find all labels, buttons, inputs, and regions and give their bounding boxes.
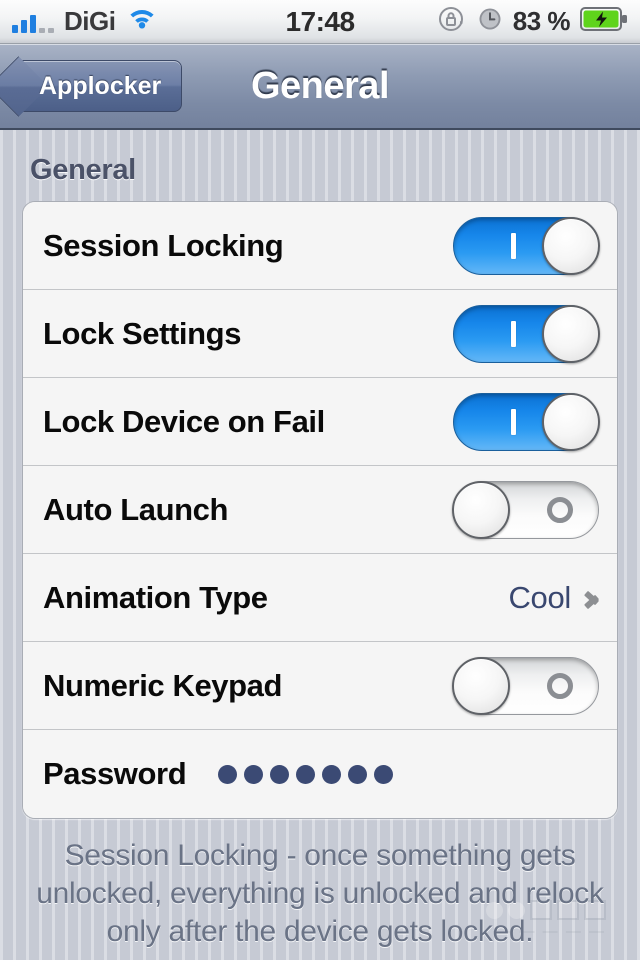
row-control	[453, 216, 600, 275]
password-masked-value[interactable]	[218, 764, 394, 784]
toggle-lock-settings[interactable]	[453, 304, 600, 363]
row-label-lock-settings: Lock Settings	[43, 315, 242, 351]
row-control: Cool	[508, 580, 599, 616]
password-dot	[218, 764, 238, 784]
signal-bars-icon	[12, 11, 54, 33]
password-dot	[348, 764, 368, 784]
status-bar-left: DiGi	[12, 6, 159, 37]
battery-charging-icon	[580, 6, 628, 37]
toggle-session-locking[interactable]	[453, 216, 600, 275]
toggle-knob[interactable]	[542, 216, 600, 275]
settings-content: General Session Locking Lock Settings Lo…	[0, 130, 640, 819]
password-dot	[270, 764, 290, 784]
row-label-lock-device-on-fail: Lock Device on Fail	[43, 403, 325, 439]
toggle-knob[interactable]	[452, 656, 510, 715]
back-button[interactable]: Applocker	[0, 56, 183, 117]
row-label-session-locking: Session Locking	[43, 227, 284, 263]
table-row[interactable]: Numeric Keypad	[23, 642, 617, 730]
table-row[interactable]: Session Locking	[23, 202, 617, 290]
row-control	[452, 480, 599, 539]
table-row[interactable]: Auto Launch	[23, 466, 617, 554]
navigation-bar: Applocker General	[0, 44, 640, 130]
rotation-lock-icon	[437, 4, 467, 39]
chevron-right-icon	[585, 586, 599, 610]
wifi-icon	[125, 6, 159, 37]
row-label-auto-launch: Auto Launch	[43, 491, 229, 527]
row-control	[453, 392, 600, 451]
settings-group: Session Locking Lock Settings Lock Devic…	[22, 201, 618, 819]
status-bar: DiGi 17:48 83 %	[0, 0, 640, 44]
toggle-auto-launch[interactable]	[452, 480, 599, 539]
row-label-animation-type: Animation Type	[43, 579, 268, 615]
table-row-password[interactable]: Password	[23, 730, 617, 818]
alarm-clock-icon	[477, 6, 503, 37]
status-bar-right: 83 %	[437, 4, 628, 39]
row-label-numeric-keypad: Numeric Keypad	[43, 667, 283, 703]
toggle-lock-device-on-fail[interactable]	[453, 392, 600, 451]
password-dot	[296, 764, 316, 784]
section-header: General	[30, 154, 136, 186]
toggle-knob[interactable]	[542, 392, 600, 451]
carrier-label: DiGi	[64, 6, 116, 36]
toggle-numeric-keypad[interactable]	[452, 656, 599, 715]
table-row-animation-type[interactable]: Animation Type Cool	[23, 554, 617, 642]
toggle-knob[interactable]	[452, 480, 510, 539]
row-control	[452, 656, 599, 715]
toggle-knob[interactable]	[542, 304, 600, 363]
row-value-animation-type: Cool	[508, 579, 571, 615]
table-row[interactable]: Lock Settings	[23, 290, 617, 378]
table-row[interactable]: Lock Device on Fail	[23, 378, 617, 466]
battery-percent-label: 83 %	[512, 6, 571, 36]
footer-note: Session Locking - once something gets un…	[36, 839, 604, 949]
row-label-password: Password	[43, 756, 187, 791]
password-dot	[322, 764, 342, 784]
row-control	[453, 304, 600, 363]
back-button-label: Applocker	[39, 71, 162, 100]
password-dot	[374, 764, 394, 784]
password-dot	[244, 764, 264, 784]
